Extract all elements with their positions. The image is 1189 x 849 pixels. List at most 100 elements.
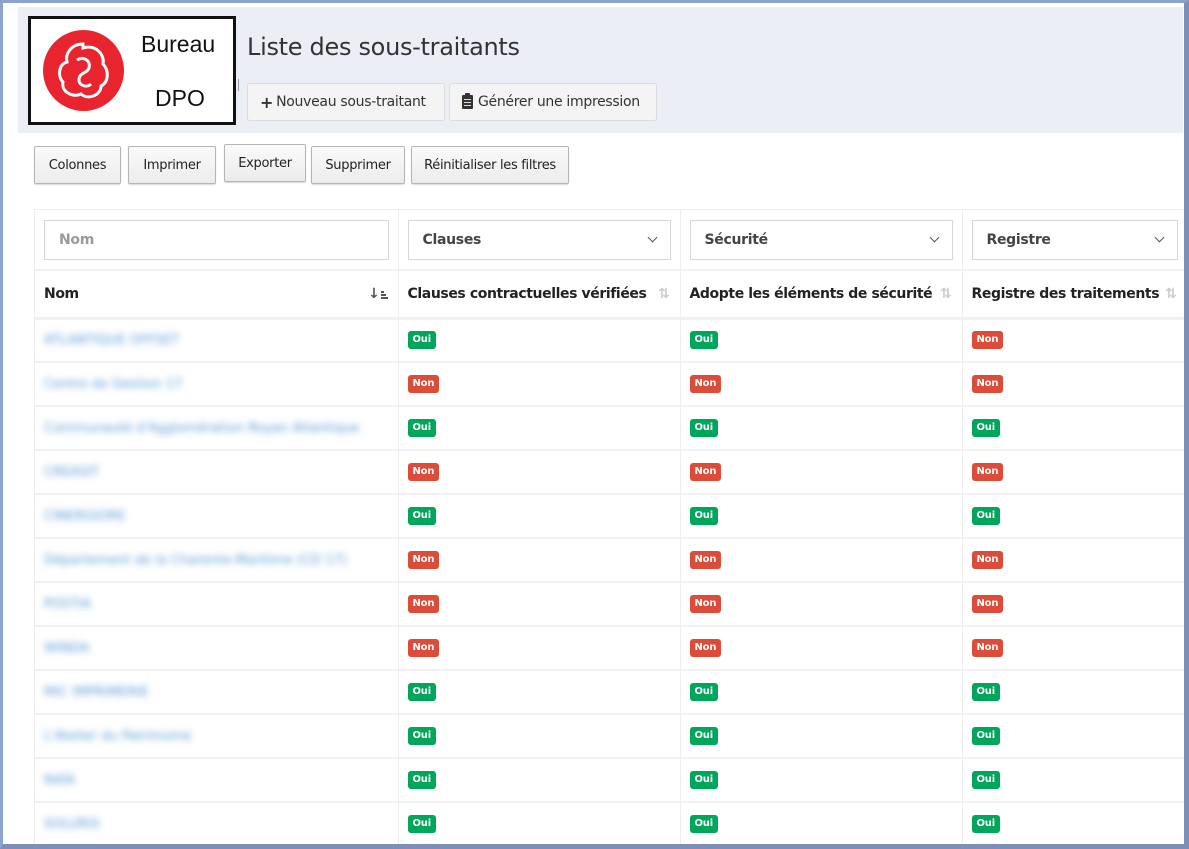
chevron-down-icon bbox=[929, 232, 939, 243]
status-badge: Non bbox=[689, 551, 722, 569]
reset-filters-button[interactable]: Réinitialiser les filtres bbox=[411, 146, 569, 184]
table-row: WINDA Non Non Non bbox=[35, 626, 1184, 671]
subcontractor-name-link[interactable]: Centre de Gestion 17 bbox=[44, 377, 182, 392]
security-cell: Oui bbox=[680, 318, 963, 363]
filter-cell-name bbox=[35, 210, 399, 271]
status-badge: Non bbox=[407, 375, 440, 393]
sort-icon[interactable]: ⇅ bbox=[940, 287, 952, 301]
table-row: MIC IMPRIMERIE Oui Oui Oui bbox=[35, 670, 1184, 715]
security-filter-value: Sécurité bbox=[704, 231, 769, 248]
security-cell: Non bbox=[680, 362, 963, 407]
table-row: L'Atelier du Patrimoine Oui Oui Oui bbox=[35, 714, 1184, 759]
status-badge: Non bbox=[971, 595, 1004, 613]
clauses-cell: Non bbox=[398, 582, 681, 627]
subcontractors-table: Clauses Sécurité Registre bbox=[34, 209, 1184, 844]
subcontractor-name-link[interactable]: MIC IMPRIMERIE bbox=[44, 685, 149, 700]
security-cell: Oui bbox=[680, 406, 963, 451]
status-badge: Oui bbox=[689, 771, 718, 789]
security-cell: Oui bbox=[680, 802, 963, 844]
table-row: Communauté d'Agglomération Royan Atlanti… bbox=[35, 406, 1184, 451]
clauses-cell: Oui bbox=[398, 494, 681, 539]
clauses-cell: Non bbox=[398, 538, 681, 583]
status-badge: Non bbox=[689, 639, 722, 657]
clauses-cell: Oui bbox=[398, 670, 681, 715]
name-cell: POSTIA bbox=[35, 582, 399, 627]
status-badge: Non bbox=[971, 375, 1004, 393]
clauses-cell: Oui bbox=[398, 406, 681, 451]
clauses-cell: Non bbox=[398, 626, 681, 671]
status-badge: Non bbox=[971, 551, 1004, 569]
subcontractor-name-link[interactable]: Communauté d'Agglomération Royan Atlanti… bbox=[44, 421, 359, 436]
status-badge: Oui bbox=[971, 727, 1000, 745]
column-header-name[interactable]: Nom ↓ bbox=[35, 270, 399, 320]
status-badge: Oui bbox=[407, 419, 436, 437]
name-cell: CINERGIORE bbox=[35, 494, 399, 539]
column-header-security[interactable]: Adopte les éléments de sécurité ⇅ bbox=[680, 270, 963, 320]
sort-icon[interactable]: ⇅ bbox=[658, 287, 670, 301]
name-cell: SOLURIS bbox=[35, 802, 399, 844]
column-header-registry[interactable]: Registre des traitements ⇅ bbox=[962, 270, 1184, 320]
column-header-label: Adopte les éléments de sécurité bbox=[689, 285, 933, 302]
security-cell: Oui bbox=[680, 494, 963, 539]
print-button[interactable]: Imprimer bbox=[128, 146, 216, 184]
name-cell: Département de la Charente-Maritime (CD … bbox=[35, 538, 399, 583]
new-subcontractor-button[interactable]: + Nouveau sous-traitant bbox=[247, 83, 445, 121]
subcontractor-name-link[interactable]: POSTIA bbox=[44, 597, 91, 612]
sort-icon[interactable]: ⇅ bbox=[1165, 287, 1177, 301]
subcontractor-name-link[interactable]: NAÏA bbox=[44, 773, 75, 788]
name-cell: NAÏA bbox=[35, 758, 399, 803]
export-button[interactable]: Exporter bbox=[224, 144, 306, 182]
table-row: Centre de Gestion 17 Non Non Non bbox=[35, 362, 1184, 407]
sort-ascending-icon[interactable]: ↓ bbox=[368, 287, 388, 301]
status-badge: Oui bbox=[407, 331, 436, 350]
security-cell: Oui bbox=[680, 758, 963, 803]
generate-print-button[interactable]: Générer une impression bbox=[449, 83, 657, 121]
registry-cell: Oui bbox=[962, 494, 1184, 539]
registry-cell: Oui bbox=[962, 802, 1184, 844]
registry-cell: Non bbox=[962, 582, 1184, 627]
registry-cell: Non bbox=[962, 318, 1184, 363]
name-filter-input[interactable] bbox=[44, 219, 389, 260]
header-row: Nom ↓ Clauses contractuelles vérifiées ⇅… bbox=[35, 270, 1184, 320]
security-cell: Non bbox=[680, 538, 963, 583]
subcontractor-name-link[interactable]: SOLURIS bbox=[44, 817, 100, 832]
columns-button[interactable]: Colonnes bbox=[34, 146, 121, 184]
status-badge: Oui bbox=[971, 771, 1000, 789]
subcontractor-name-link[interactable]: ATLANTIQUE OFFSET bbox=[44, 333, 179, 348]
table-row: Département de la Charente-Maritime (CD … bbox=[35, 538, 1184, 583]
name-cell: Centre de Gestion 17 bbox=[35, 362, 399, 407]
table-row: CREASIT Non Non Non bbox=[35, 450, 1184, 495]
registry-cell: Non bbox=[962, 626, 1184, 671]
name-cell: Communauté d'Agglomération Royan Atlanti… bbox=[35, 406, 399, 451]
delete-button[interactable]: Supprimer bbox=[311, 146, 405, 184]
status-badge: Oui bbox=[971, 815, 1000, 833]
chevron-down-icon bbox=[1154, 232, 1164, 243]
plus-icon: + bbox=[260, 92, 274, 112]
column-header-label: Clauses contractuelles vérifiées bbox=[407, 285, 647, 302]
logo[interactable]: Bureau DPO bbox=[28, 16, 239, 125]
subcontractor-name-link[interactable]: WINDA bbox=[44, 641, 89, 656]
subcontractor-name-link[interactable]: Département de la Charente-Maritime (CD … bbox=[44, 553, 347, 568]
status-badge: Non bbox=[971, 331, 1004, 350]
subcontractor-name-link[interactable]: L'Atelier du Patrimoine bbox=[44, 729, 192, 744]
table-row: ATLANTIQUE OFFSET Oui Oui Non bbox=[35, 318, 1184, 363]
clauses-cell: Oui bbox=[398, 714, 681, 759]
registry-cell: Oui bbox=[962, 670, 1184, 715]
registry-filter-select[interactable]: Registre bbox=[971, 219, 1178, 260]
subcontractor-name-link[interactable]: CREASIT bbox=[44, 465, 99, 480]
registry-cell: Oui bbox=[962, 406, 1184, 451]
status-badge: Oui bbox=[407, 683, 436, 701]
logo-divider bbox=[238, 79, 239, 91]
security-filter-select[interactable]: Sécurité bbox=[689, 219, 953, 260]
status-badge: Oui bbox=[689, 727, 718, 745]
column-header-clauses[interactable]: Clauses contractuelles vérifiées ⇅ bbox=[398, 270, 681, 320]
logo-text-dpo: DPO bbox=[155, 85, 205, 111]
subcontractor-name-link[interactable]: CINERGIORE bbox=[44, 509, 125, 524]
name-cell: L'Atelier du Patrimoine bbox=[35, 714, 399, 759]
table-row: CINERGIORE Oui Oui Oui bbox=[35, 494, 1184, 539]
chevron-down-icon bbox=[647, 232, 657, 243]
clauses-cell: Oui bbox=[398, 802, 681, 844]
registry-cell: Non bbox=[962, 362, 1184, 407]
name-cell: WINDA bbox=[35, 626, 399, 671]
clauses-filter-select[interactable]: Clauses bbox=[407, 219, 671, 260]
